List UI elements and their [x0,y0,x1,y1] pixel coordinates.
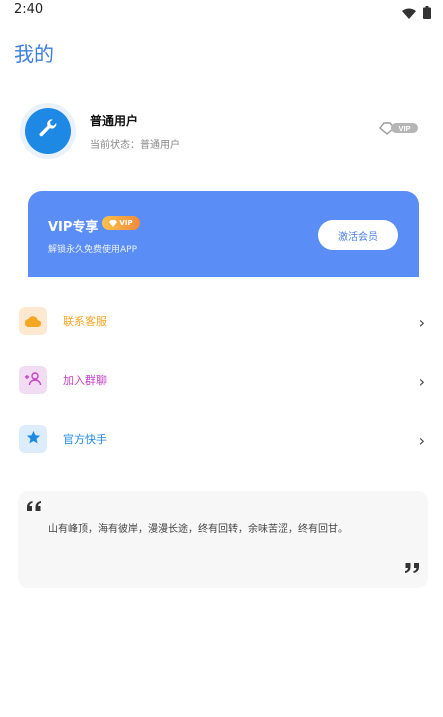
menu-icon-bg [19,366,47,394]
vip-badge: VIP [379,120,419,139]
chevron-right-icon: › [418,372,425,391]
battery-icon [423,4,431,23]
cloud-icon [24,312,42,331]
user-status: 当前状态：普通用户 [90,140,180,151]
avatar-circle [25,108,71,154]
vip-title: VIP专享 [48,220,99,235]
page-title: 我的 [14,42,54,66]
group-icon [24,371,42,390]
quote-text: 山有峰顶，海有彼岸，漫漫长途，终有回转，余味苦涩，终有回甘。 [48,524,348,535]
chevron-right-icon: › [418,431,425,450]
svg-text:VIP: VIP [398,124,410,133]
vip-description: 解锁永久免费使用APP [48,245,138,255]
profile-section[interactable]: 普通用户 当前状态：普通用户 VIP [0,96,443,166]
wrench-icon [37,118,59,144]
menu-label: 官方快手 [63,433,107,446]
menu-item-contact-service[interactable]: 联系客服 › [0,295,443,349]
wifi-icon [402,4,416,23]
status-icons [402,4,431,23]
menu-item-official-kuaishou[interactable]: 官方快手 › [0,413,443,467]
quote-close-icon [404,559,420,578]
vip-tag: VIP [102,216,140,230]
menu-label: 联系客服 [63,315,107,328]
avatar[interactable] [20,103,76,159]
vip-card: VIP专享 VIP 解锁永久免费使用APP 激活会员 [28,191,419,277]
menu-icon-bg [19,307,47,335]
quote-open-icon [26,497,42,516]
chevron-right-icon: › [418,313,425,332]
activate-membership-button[interactable]: 激活会员 [318,220,398,250]
menu-icon-bg [19,425,47,453]
star-icon [26,430,41,449]
diamond-icon [109,219,118,227]
menu-label: 加入群聊 [63,374,107,387]
menu-item-join-group[interactable]: 加入群聊 › [0,354,443,408]
status-time: 2:40 [14,2,44,17]
status-bar: 2:40 [0,0,443,22]
quote-card: 山有峰顶，海有彼岸，漫漫长途，终有回转，余味苦涩，终有回甘。 [18,491,428,588]
user-name: 普通用户 [90,114,139,128]
vip-tag-label: VIP [119,219,133,227]
